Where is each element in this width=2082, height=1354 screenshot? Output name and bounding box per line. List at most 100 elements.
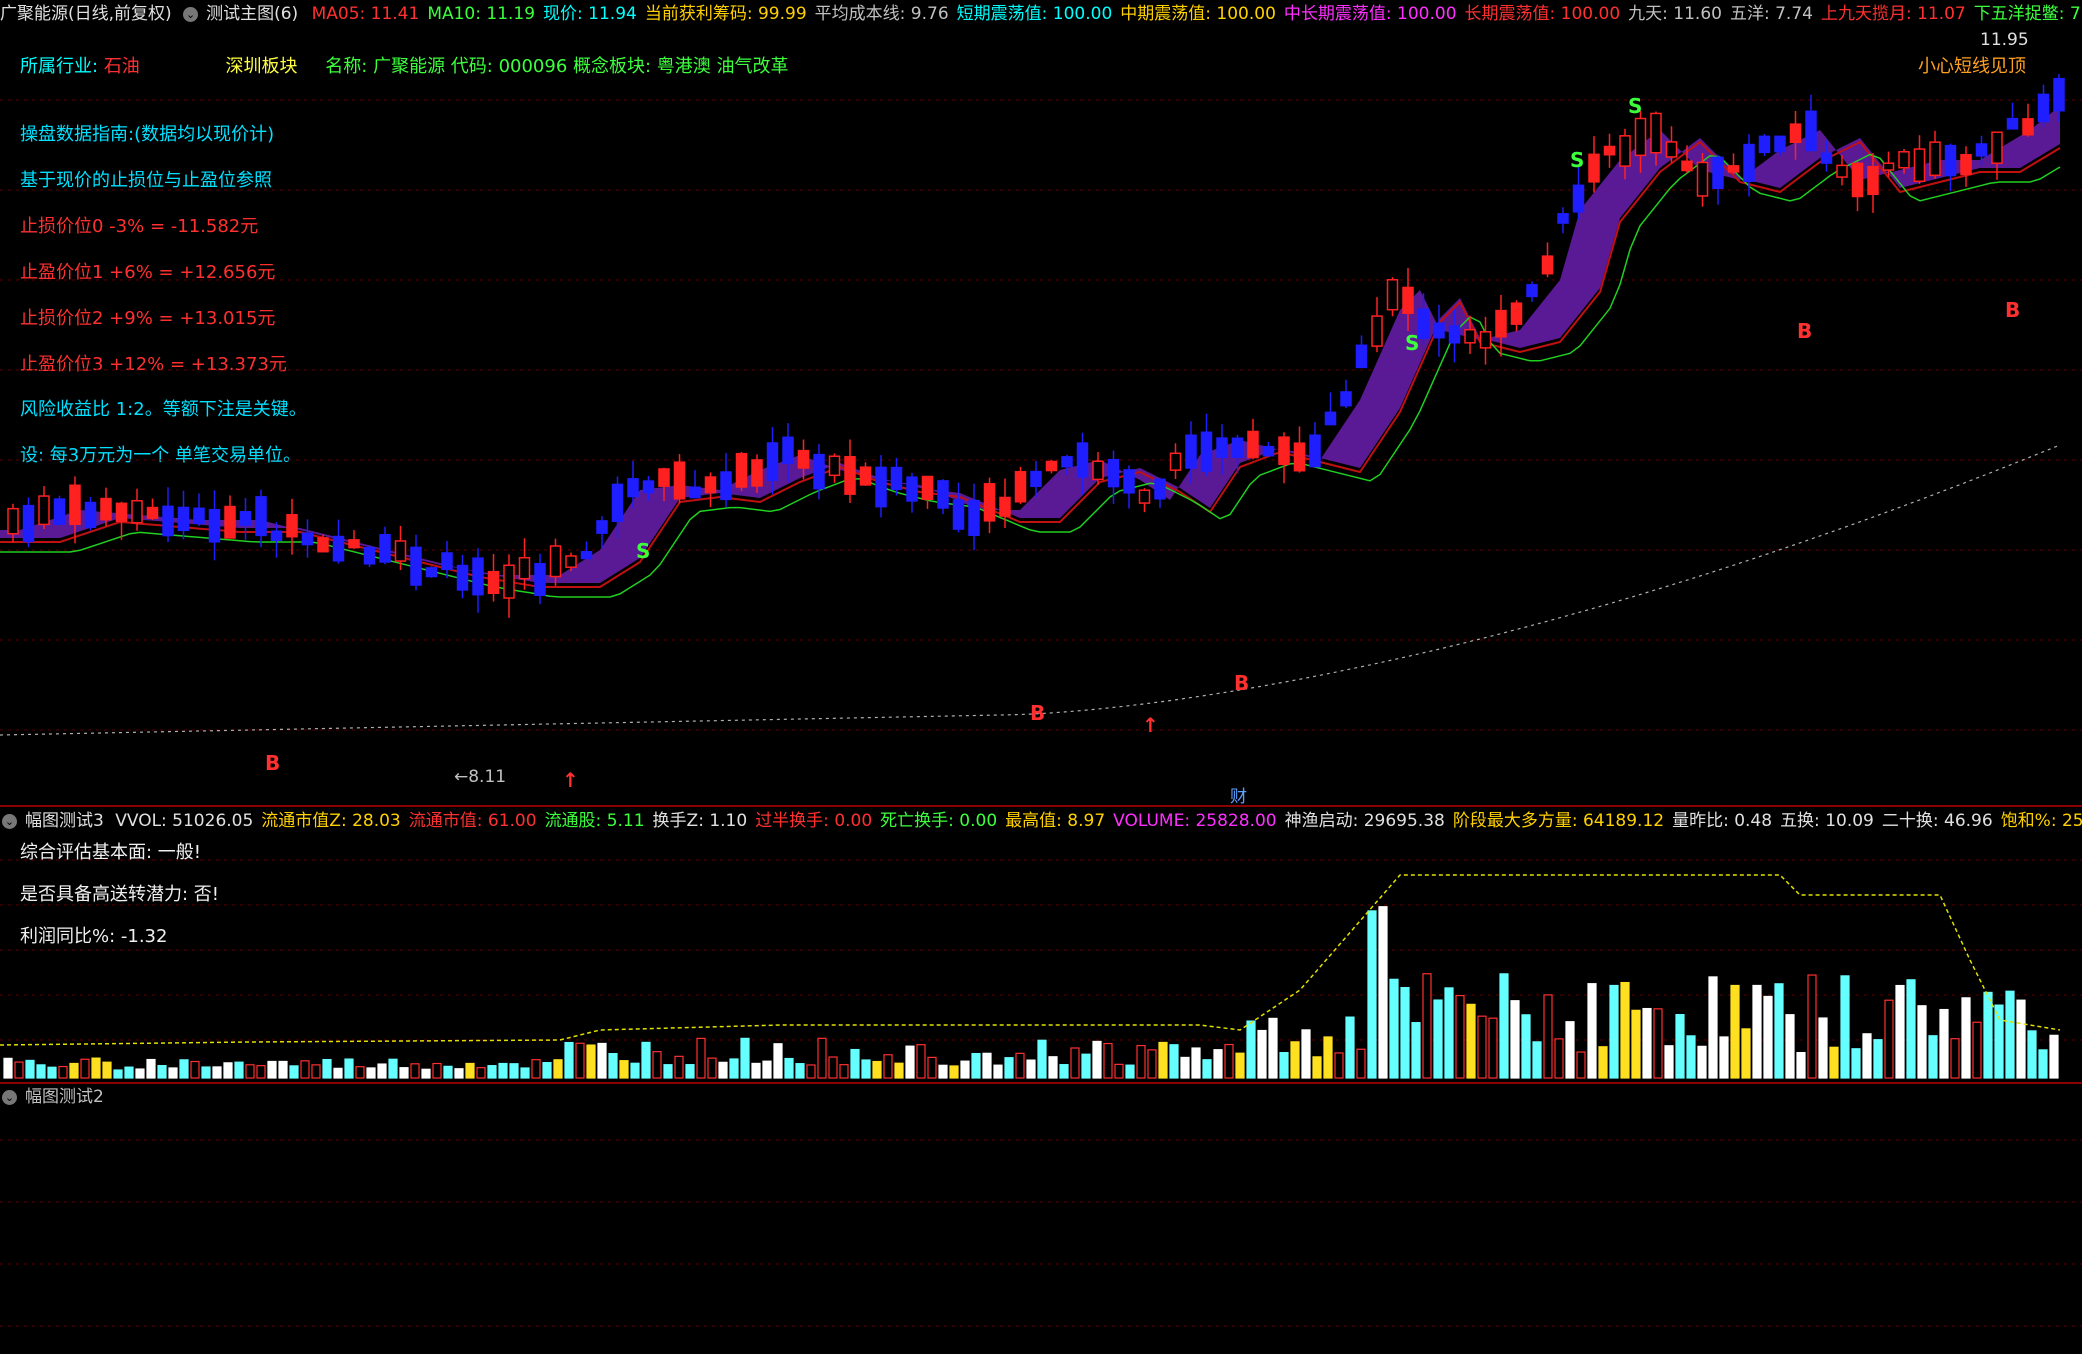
candle-body [1278, 436, 1290, 466]
volume-bar [234, 1061, 244, 1079]
candle-body [689, 486, 701, 499]
candle-body [1944, 144, 1957, 177]
volume-chart[interactable] [0, 830, 2082, 1080]
candle-body [1355, 344, 1368, 369]
candle-body [456, 564, 469, 591]
volume-bar [1114, 1063, 1124, 1079]
volume-bar [861, 1059, 871, 1079]
volume-bar [2038, 1049, 2048, 1079]
candle-body [1417, 308, 1430, 339]
volume-bar [1257, 1029, 1267, 1079]
volume-bar [245, 1064, 255, 1079]
volume-indicator-name[interactable]: 幅图测试3 [25, 811, 104, 831]
volume-bar [311, 1064, 321, 1079]
candle-body [1309, 434, 1321, 468]
candle-body [1665, 141, 1678, 158]
volume-bar [872, 1060, 882, 1079]
indicator-dropdown-icon[interactable]: ⌄ [183, 6, 199, 22]
avg-cost-line [0, 444, 2061, 736]
volume-bar [762, 1060, 772, 1079]
volume-bar [1895, 984, 1905, 1079]
volume-bar [1774, 983, 1784, 1079]
volume-bar [1169, 1044, 1179, 1079]
volume-bar [1070, 1047, 1080, 1079]
candle-body [1107, 458, 1120, 488]
volume-bar [828, 1056, 838, 1079]
candle-body [22, 504, 35, 543]
candle-body [1371, 315, 1383, 347]
volume-bar [1037, 1039, 1047, 1079]
volume-bar [1444, 987, 1454, 1079]
main-header-value: 五洋: 7.74 [1729, 4, 1813, 24]
candle-body [270, 530, 283, 541]
main-header-values: MA05: 11.41 MA10: 11.19 现价: 11.94 当前获利筹码: 9… [312, 4, 2082, 24]
volume-bar [1906, 979, 1916, 1079]
volume-bar [1796, 1052, 1806, 1079]
volume-bar [1587, 983, 1597, 1079]
volume-bar [157, 1064, 167, 1079]
buy-signal: B [1797, 319, 1812, 343]
candle-body [1138, 489, 1151, 504]
volume-bar [652, 1051, 662, 1079]
bottom-indicator-name[interactable]: 幅图测试2 [25, 1087, 104, 1107]
volume-bar [223, 1062, 233, 1079]
candle-body [1324, 411, 1337, 426]
volume-bar [784, 1057, 794, 1079]
volume-bar [465, 1062, 475, 1079]
candle-body [782, 436, 794, 464]
subchart-dropdown-icon[interactable]: ⌄ [2, 813, 17, 829]
main-header-value: 中长期震荡值: 100.00 [1283, 4, 1457, 24]
volume-bar [487, 1065, 497, 1079]
volume-bar [366, 1067, 376, 1079]
volume-bar [1488, 1017, 1498, 1079]
volume-bar [1752, 984, 1762, 1079]
candle-body [1464, 328, 1476, 344]
volume-bar [553, 1059, 563, 1079]
volume-bar [1840, 975, 1850, 1079]
finance-marker[interactable]: 财 [1230, 787, 1247, 805]
volume-bar [256, 1065, 266, 1079]
volume-bar [377, 1063, 387, 1079]
candle-body [2037, 93, 2050, 123]
candle-body [1216, 437, 1228, 458]
candle-body [503, 564, 515, 599]
volume-bar [146, 1058, 156, 1079]
candle-body [363, 546, 376, 565]
main-header-value: 九天: 11.60 [1628, 4, 1722, 24]
volume-bar [773, 1043, 783, 1079]
volume-bar [69, 1062, 79, 1079]
volume-bar [421, 1068, 431, 1079]
volume-bar [432, 1062, 442, 1079]
volume-bar [663, 1064, 673, 1079]
candle-body [642, 480, 655, 494]
bottom-dropdown-icon[interactable]: ⌄ [2, 1089, 17, 1105]
stock-title[interactable]: 广聚能源(日线,前复权) [0, 4, 172, 24]
volume-bar [124, 1066, 134, 1079]
volume-bar [1631, 1009, 1641, 1079]
volume-bar [1686, 1035, 1696, 1079]
candlestick-chart[interactable]: B B B B B S S S S ↑ ↑ ←8.11 11.95 财 [0, 30, 2082, 805]
volume-bar [135, 1068, 145, 1079]
volume-bar [1323, 1036, 1333, 1079]
volume-bar [542, 1062, 552, 1079]
candle-body [1727, 165, 1740, 173]
candle-body [1433, 322, 1445, 339]
main-header-value: MA10: 11.19 [427, 4, 536, 24]
candle-body [906, 476, 918, 502]
volume-bar [1059, 1064, 1069, 1079]
volume-bar [1554, 1038, 1564, 1079]
candle-body [1247, 430, 1259, 459]
buy-signal: B [1030, 701, 1045, 725]
volume-bar [410, 1063, 420, 1079]
volume-bar [1862, 1033, 1872, 1079]
volume-bar [80, 1058, 90, 1079]
volume-bar [696, 1037, 706, 1079]
candle-body [1882, 162, 1895, 171]
bottom-panel-grid [0, 1139, 2082, 1327]
volume-bar [1367, 910, 1377, 1079]
indicator-name[interactable]: 测试主图(6) [206, 4, 298, 24]
candle-body [177, 506, 190, 532]
candle-body [1929, 141, 1941, 177]
volume-bar [2005, 990, 2015, 1079]
volume-bar [971, 1052, 981, 1079]
